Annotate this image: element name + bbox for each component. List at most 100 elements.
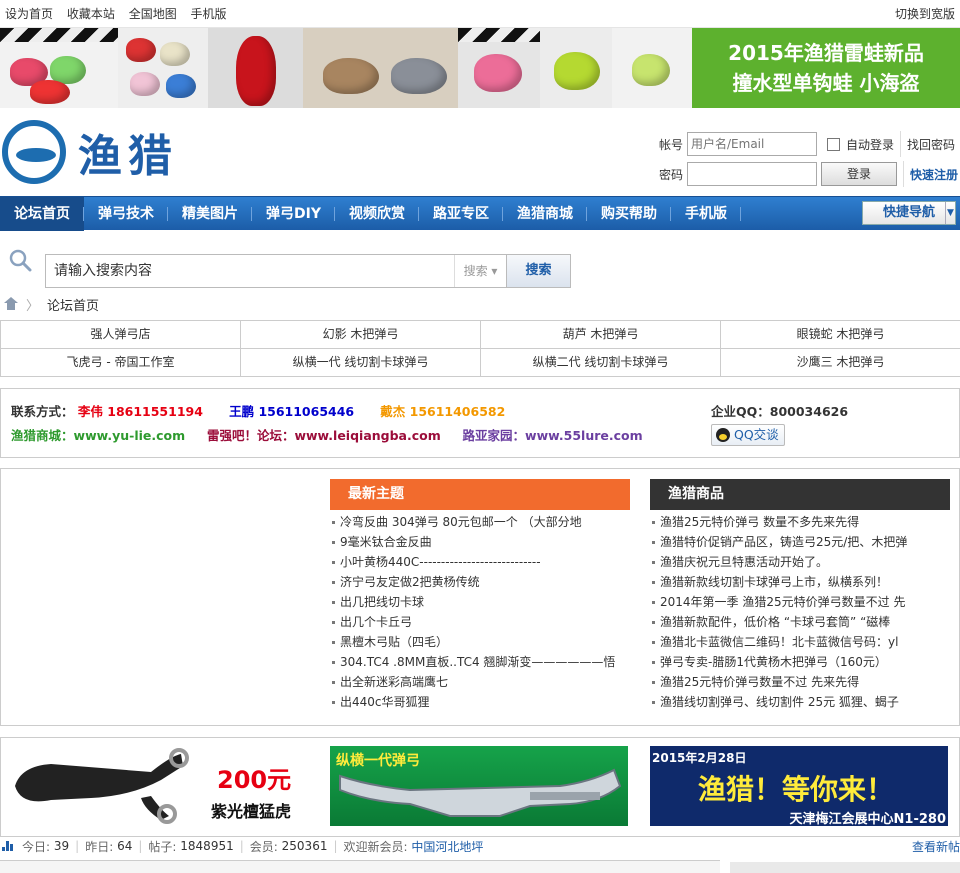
list-item[interactable]: 济宁弓友定做2把黄杨传统 [330, 572, 630, 592]
nav-slingshot-tech[interactable]: 弹弓技术 [84, 197, 168, 231]
nav-shop[interactable]: 渔猎商城 [503, 197, 587, 231]
banner-photo-5 [458, 28, 540, 108]
list-item[interactable]: 渔猎北卡蓝微信二维码！北卡蓝微信号码：yl [650, 632, 950, 652]
list-item[interactable]: 出440c华哥狐狸 [330, 692, 630, 712]
list-item[interactable]: 2014年第一季 渔猎25元特价弹弓数量不过 先 [650, 592, 950, 612]
friend-link[interactable]: 沙鹰三 木把弹弓 [721, 349, 960, 377]
ad-expo[interactable]: 2015年2月28日 渔猎！等你来！ 天津梅江会展中心N1-280 [650, 746, 948, 826]
promo-line-1: 2015年渔猎雷蛙新品 [728, 41, 924, 65]
friend-link[interactable]: 葫芦 木把弹弓 [481, 321, 721, 349]
logo-text: 渔猎 [78, 131, 178, 182]
breadcrumb-separator: 〉 [26, 298, 40, 314]
friend-link[interactable]: 纵横二代 线切割卡球弹弓 [481, 349, 721, 377]
qq-number: 800034626 [769, 404, 849, 419]
banner-promo[interactable]: 2015年渔猎雷蛙新品 撞水型单钩蛙 小海盗 [692, 28, 960, 108]
ad-zongheng-slingshot[interactable]: 纵横一代弹弓 [330, 746, 628, 826]
nav-lure[interactable]: 路亚专区 [419, 197, 503, 231]
list-item[interactable]: 黑檀木弓贴（四毛） [330, 632, 630, 652]
ad1-price: 200元 [217, 766, 292, 794]
list-item[interactable]: 出全新迷彩高端鹰七 [330, 672, 630, 692]
switch-wide-link[interactable]: 切换到宽版 [895, 5, 955, 22]
today-count: 39 [53, 839, 70, 853]
friend-link[interactable]: 纵横一代 线切割卡球弹弓 [241, 349, 481, 377]
search-button[interactable]: 搜索 [506, 255, 570, 287]
forum-section-header-strip [0, 860, 960, 873]
contact-panel: 联系方式： 李伟 18611551194 王鹏 15611065446 戴杰 1… [0, 388, 960, 458]
friend-links-grid: 强人弹弓店 幻影 木把弹弓 葫芦 木把弹弓 眼镜蛇 木把弹弓 飞虎弓 - 帝国工… [0, 320, 960, 377]
contact-phones: 联系方式： 李伟 18611551194 王鹏 15611065446 戴杰 1… [11, 401, 505, 420]
welcome-label: 欢迎新会员: [343, 839, 408, 854]
bar-chart-icon [2, 841, 14, 851]
qq-chat-button[interactable]: QQ交谈 [711, 424, 785, 446]
list-item[interactable]: 渔猎特价促销产品区，铸造弓25元/把、木把弹 [650, 532, 950, 552]
register-link[interactable]: 快速注册 [910, 166, 958, 183]
site-map-link[interactable]: 全国地图 [129, 7, 177, 21]
login-form: 帐号 自动登录 找回密码 密码 登录 快速注册 [655, 130, 960, 190]
auto-login-checkbox[interactable] [827, 137, 840, 151]
lure-url-link[interactable]: www.55lure.com [525, 428, 643, 443]
nav-mobile[interactable]: 手机版 [671, 197, 741, 231]
top-links: 设为首页 收藏本站 全国地图 手机版 [5, 5, 237, 22]
list-item[interactable]: 渔猎线切割弹弓、线切割件 25元 狐狸、蝎子 [650, 692, 950, 712]
forgot-password-link[interactable]: 找回密码 [907, 136, 955, 153]
shop-url-link[interactable]: www.yu-lie.com [74, 428, 186, 443]
contact-3-phone: 15611406582 [409, 404, 506, 419]
view-new-posts-link[interactable]: 查看新帖 [912, 838, 960, 855]
list-item[interactable]: 渔猎新款线切割卡球弹弓上市，纵横系列！ [650, 572, 950, 592]
new-member-link[interactable]: 中国河北地坪 [411, 838, 483, 855]
list-item[interactable]: 9毫米钛合金反曲 [330, 532, 630, 552]
members-count: 250361 [281, 839, 328, 853]
ad-tiger-slingshot[interactable]: 200元 紫光檀猛虎 [11, 746, 309, 826]
nav-diy[interactable]: 弹弓DIY [252, 197, 335, 231]
forum-label: 雷强吧！论坛： [206, 428, 295, 443]
mobile-link[interactable]: 手机版 [191, 7, 227, 21]
password-label: 密码 [658, 167, 683, 182]
search-input[interactable]: 请输入搜索内容 [46, 255, 454, 287]
list-item[interactable]: 渔猎新款配件，低价格 “卡球弓套筒” “磁棒 [650, 612, 950, 632]
yesterday-count: 64 [117, 839, 133, 853]
quick-nav-label: 快捷导航 [882, 205, 935, 220]
login-button[interactable]: 登录 [821, 162, 897, 186]
site-logo[interactable]: 渔猎 [2, 120, 178, 184]
list-item[interactable]: 渔猎25元特价弹弓 数量不多先来先得 [650, 512, 950, 532]
list-item[interactable]: 渔猎25元特价弹弓数量不过 先来先得 [650, 672, 950, 692]
bookmark-link[interactable]: 收藏本站 [67, 7, 115, 21]
friend-link[interactable]: 飞虎弓 - 帝国工作室 [1, 349, 241, 377]
enterprise-qq: 企业QQ：800034626 [711, 401, 848, 420]
breadcrumb: 〉 论坛首页 [0, 288, 960, 320]
ad2-title: 纵横一代弹弓 [336, 753, 420, 769]
contact-2-phone: 15611065446 [258, 404, 355, 419]
contact-label: 联系方式： [11, 404, 74, 419]
ad3-venue: 天津梅江会展中心N1-280 [789, 812, 946, 826]
nav-help[interactable]: 购买帮助 [587, 197, 671, 231]
list-item[interactable]: 出几把线切卡球 [330, 592, 630, 612]
list-item[interactable]: 小叶黄杨440C---------------------------- [330, 552, 630, 572]
topics-panel: 最新主题 冷弯反曲 304弹弓 80元包邮一个 （大部分地 9毫米钛合金反曲 小… [0, 468, 960, 726]
forum-url-link[interactable]: www.leiqiangba.com [294, 428, 440, 443]
set-homepage-link[interactable]: 设为首页 [5, 7, 53, 21]
banner-photo-1 [0, 28, 118, 108]
shop-goods-list: 渔猎25元特价弹弓 数量不多先来先得 渔猎特价促销产品区，铸造弓25元/把、木把… [650, 512, 950, 712]
list-item[interactable]: 出几个卡丘弓 [330, 612, 630, 632]
top-banner[interactable]: 2015年渔猎雷蛙新品 撞水型单钩蛙 小海盗 [0, 28, 960, 108]
nav-pictures[interactable]: 精美图片 [168, 197, 252, 231]
friend-link[interactable]: 眼镜蛇 木把弹弓 [721, 321, 960, 349]
list-item[interactable]: 304.TC4 .8MM直板..TC4 翘脚渐变——————悟 [330, 652, 630, 672]
list-item[interactable]: 冷弯反曲 304弹弓 80元包邮一个 （大部分地 [330, 512, 630, 532]
search-icon [9, 249, 32, 272]
list-item[interactable]: 弹弓专卖-腊肠1代黄杨木把弹弓（160元） [650, 652, 950, 672]
nav-videos[interactable]: 视频欣赏 [335, 197, 419, 231]
friend-link[interactable]: 幻影 木把弹弓 [241, 321, 481, 349]
search-scope-select[interactable]: 搜索 ▾ [454, 255, 506, 287]
quick-nav-button[interactable]: 快捷导航 ▼ [862, 201, 956, 225]
password-input[interactable] [687, 162, 817, 186]
friend-link[interactable]: 强人弹弓店 [1, 321, 241, 349]
contact-sites: 渔猎商城：www.yu-lie.com 雷强吧！论坛：www.leiqiangb… [11, 425, 643, 444]
home-icon[interactable] [4, 297, 18, 311]
ad3-date: 2015年2月28日 [652, 751, 747, 765]
nav-forum-home[interactable]: 论坛首页 [0, 196, 84, 231]
account-input[interactable] [687, 132, 817, 156]
breadcrumb-current[interactable]: 论坛首页 [47, 295, 99, 314]
auto-login-label[interactable]: 自动登录 [846, 136, 894, 153]
list-item[interactable]: 渔猎庆祝元旦特惠活动开始了。 [650, 552, 950, 572]
